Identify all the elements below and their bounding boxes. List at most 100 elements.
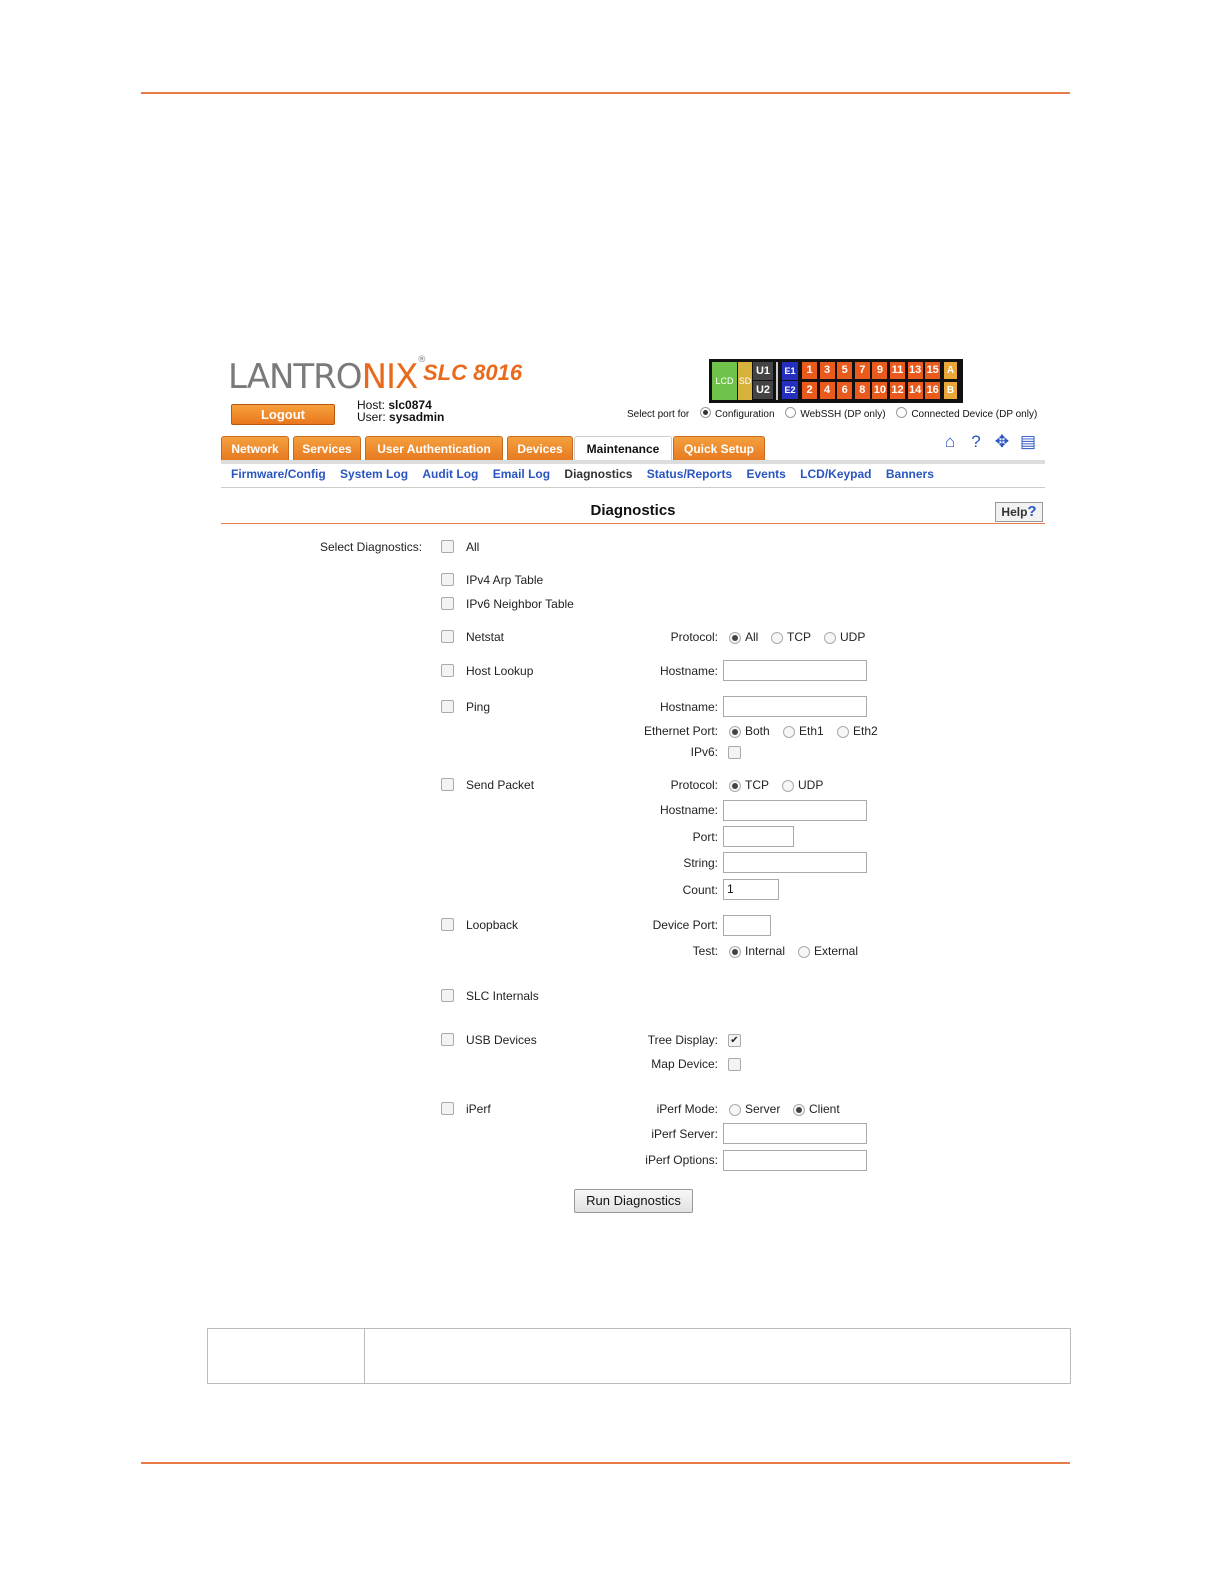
send-packet-string-input[interactable] bbox=[723, 852, 867, 873]
log-icon[interactable]: ▤ bbox=[1018, 432, 1038, 452]
port-top-1[interactable]: 3 bbox=[819, 362, 835, 379]
send-packet-port-input[interactable] bbox=[723, 826, 794, 847]
connected-device-radio[interactable] bbox=[896, 407, 908, 418]
port-top-6[interactable]: 13 bbox=[907, 362, 923, 379]
subnav-events[interactable]: Events bbox=[746, 467, 785, 481]
ping-hostname-input[interactable] bbox=[723, 696, 867, 717]
netstat-checkbox[interactable] bbox=[441, 630, 454, 643]
loopback-internal-radio[interactable] bbox=[729, 946, 741, 958]
send-packet-tcp-radio[interactable] bbox=[729, 780, 741, 792]
subnav-banners[interactable]: Banners bbox=[886, 467, 934, 481]
iperf-label: iPerf bbox=[466, 1102, 491, 1116]
ping-eth2-radio[interactable] bbox=[837, 726, 849, 738]
send-packet-udp-radio[interactable] bbox=[782, 780, 794, 792]
configuration-radio[interactable] bbox=[700, 407, 712, 418]
port-bottom-1[interactable]: 4 bbox=[819, 382, 835, 399]
bottom-rule bbox=[141, 1462, 1070, 1464]
eth-e1[interactable]: E1 bbox=[782, 362, 798, 380]
port-top-0[interactable]: 1 bbox=[802, 362, 817, 379]
iperf-server-radio[interactable] bbox=[729, 1104, 741, 1116]
ipv4-arp-label: IPv4 Arp Table bbox=[466, 573, 544, 587]
usb-devices-checkbox[interactable] bbox=[441, 1033, 454, 1046]
ping-eth1-radio[interactable] bbox=[783, 726, 795, 738]
table-column-divider bbox=[364, 1329, 365, 1383]
host-lookup-hostname-input[interactable] bbox=[723, 660, 867, 681]
loopback-device-port-input[interactable] bbox=[723, 915, 771, 936]
all-label: All bbox=[466, 540, 480, 554]
subnav-lcd-keypad[interactable]: LCD/Keypad bbox=[800, 467, 871, 481]
port-top-4[interactable]: 9 bbox=[872, 362, 888, 379]
port-a[interactable]: A bbox=[944, 362, 957, 379]
help-icon[interactable]: ? bbox=[966, 432, 986, 452]
port-top-5[interactable]: 11 bbox=[890, 362, 905, 379]
home-icon[interactable]: ⌂ bbox=[940, 432, 960, 452]
usb-u1[interactable]: U1 bbox=[753, 362, 773, 380]
run-diagnostics-button[interactable]: Run Diagnostics bbox=[574, 1189, 693, 1213]
send-packet-hostname-label: Hostname: bbox=[659, 803, 718, 817]
iperf-client-label: Client bbox=[809, 1102, 840, 1116]
port-status-panel: LCD SD U1 U2 E1 E2 1 3 5 7 9 11 13 15 2 4 6 8 10 12 1… bbox=[709, 359, 963, 403]
subnav-firmware-config[interactable]: Firmware/Config bbox=[231, 467, 326, 481]
title-underline bbox=[221, 523, 1045, 524]
port-bottom-5[interactable]: 12 bbox=[890, 382, 905, 399]
port-b[interactable]: B bbox=[944, 382, 957, 399]
subnav-diagnostics[interactable]: Diagnostics bbox=[564, 467, 632, 481]
subnav-email-log[interactable]: Email Log bbox=[493, 467, 550, 481]
send-packet-hostname-input[interactable] bbox=[723, 800, 867, 821]
port-bottom-4[interactable]: 10 bbox=[872, 382, 888, 399]
ipv6-neighbor-checkbox[interactable] bbox=[441, 597, 454, 610]
tab-quick-setup[interactable]: Quick Setup bbox=[673, 436, 765, 461]
logout-button[interactable]: Logout bbox=[231, 404, 335, 425]
subnav-status-reports[interactable]: Status/Reports bbox=[647, 467, 732, 481]
usb-u2[interactable]: U2 bbox=[753, 381, 773, 399]
loopback-checkbox[interactable] bbox=[441, 918, 454, 931]
slc-internals-checkbox[interactable] bbox=[441, 989, 454, 1002]
iperf-checkbox[interactable] bbox=[441, 1102, 454, 1115]
usb-map-device-checkbox[interactable] bbox=[728, 1058, 741, 1071]
sitemap-icon[interactable]: ✥ bbox=[992, 432, 1012, 452]
ping-both-radio[interactable] bbox=[729, 726, 741, 738]
ping-ipv6-checkbox[interactable] bbox=[728, 746, 741, 759]
port-bottom-2[interactable]: 6 bbox=[837, 382, 853, 399]
configuration-label: Configuration bbox=[715, 409, 775, 420]
tab-services[interactable]: Services bbox=[293, 436, 361, 461]
subnav-audit-log[interactable]: Audit Log bbox=[422, 467, 478, 481]
iperf-options-input[interactable] bbox=[723, 1150, 867, 1171]
port-bottom-7[interactable]: 16 bbox=[925, 382, 941, 399]
ipv4-arp-checkbox[interactable] bbox=[441, 573, 454, 586]
subnav-system-log[interactable]: System Log bbox=[340, 467, 408, 481]
host-lookup-hostname-label: Hostname: bbox=[659, 664, 718, 678]
all-checkbox[interactable] bbox=[441, 540, 454, 553]
tab-user-authentication[interactable]: User Authentication bbox=[365, 436, 503, 461]
port-top-7[interactable]: 15 bbox=[925, 362, 941, 379]
port-top-3[interactable]: 7 bbox=[854, 362, 870, 379]
send-packet-count-input[interactable]: 1 bbox=[723, 879, 779, 900]
loopback-internal-label: Internal bbox=[745, 944, 786, 958]
sd-indicator[interactable]: SD bbox=[738, 362, 752, 400]
ping-checkbox[interactable] bbox=[441, 700, 454, 713]
tab-network[interactable]: Network bbox=[221, 436, 289, 461]
webssh-radio[interactable] bbox=[785, 407, 797, 418]
eth-e2[interactable]: E2 bbox=[782, 381, 798, 399]
host-lookup-checkbox[interactable] bbox=[441, 664, 454, 677]
send-packet-checkbox[interactable] bbox=[441, 778, 454, 791]
lcd-indicator[interactable]: LCD bbox=[712, 362, 737, 400]
netstat-tcp-radio[interactable] bbox=[771, 632, 783, 644]
ping-eth1-label: Eth1 bbox=[799, 724, 824, 738]
page-title: Diagnostics bbox=[590, 502, 676, 519]
loopback-device-port-label: Device Port: bbox=[652, 918, 718, 932]
tab-maintenance[interactable]: Maintenance bbox=[574, 436, 672, 461]
tab-devices[interactable]: Devices bbox=[507, 436, 573, 461]
port-bottom-6[interactable]: 14 bbox=[907, 382, 923, 399]
port-top-2[interactable]: 5 bbox=[837, 362, 853, 379]
netstat-all-radio[interactable] bbox=[729, 632, 741, 644]
iperf-server-input[interactable] bbox=[723, 1123, 867, 1144]
help-button[interactable]: Help? bbox=[995, 502, 1043, 522]
loopback-external-radio[interactable] bbox=[798, 946, 810, 958]
iperf-client-radio[interactable] bbox=[793, 1104, 805, 1116]
netstat-udp-radio[interactable] bbox=[824, 632, 836, 644]
tab-underline bbox=[221, 460, 1045, 464]
port-bottom-3[interactable]: 8 bbox=[854, 382, 870, 399]
usb-tree-display-checkbox[interactable] bbox=[728, 1034, 741, 1047]
port-bottom-0[interactable]: 2 bbox=[802, 382, 817, 399]
